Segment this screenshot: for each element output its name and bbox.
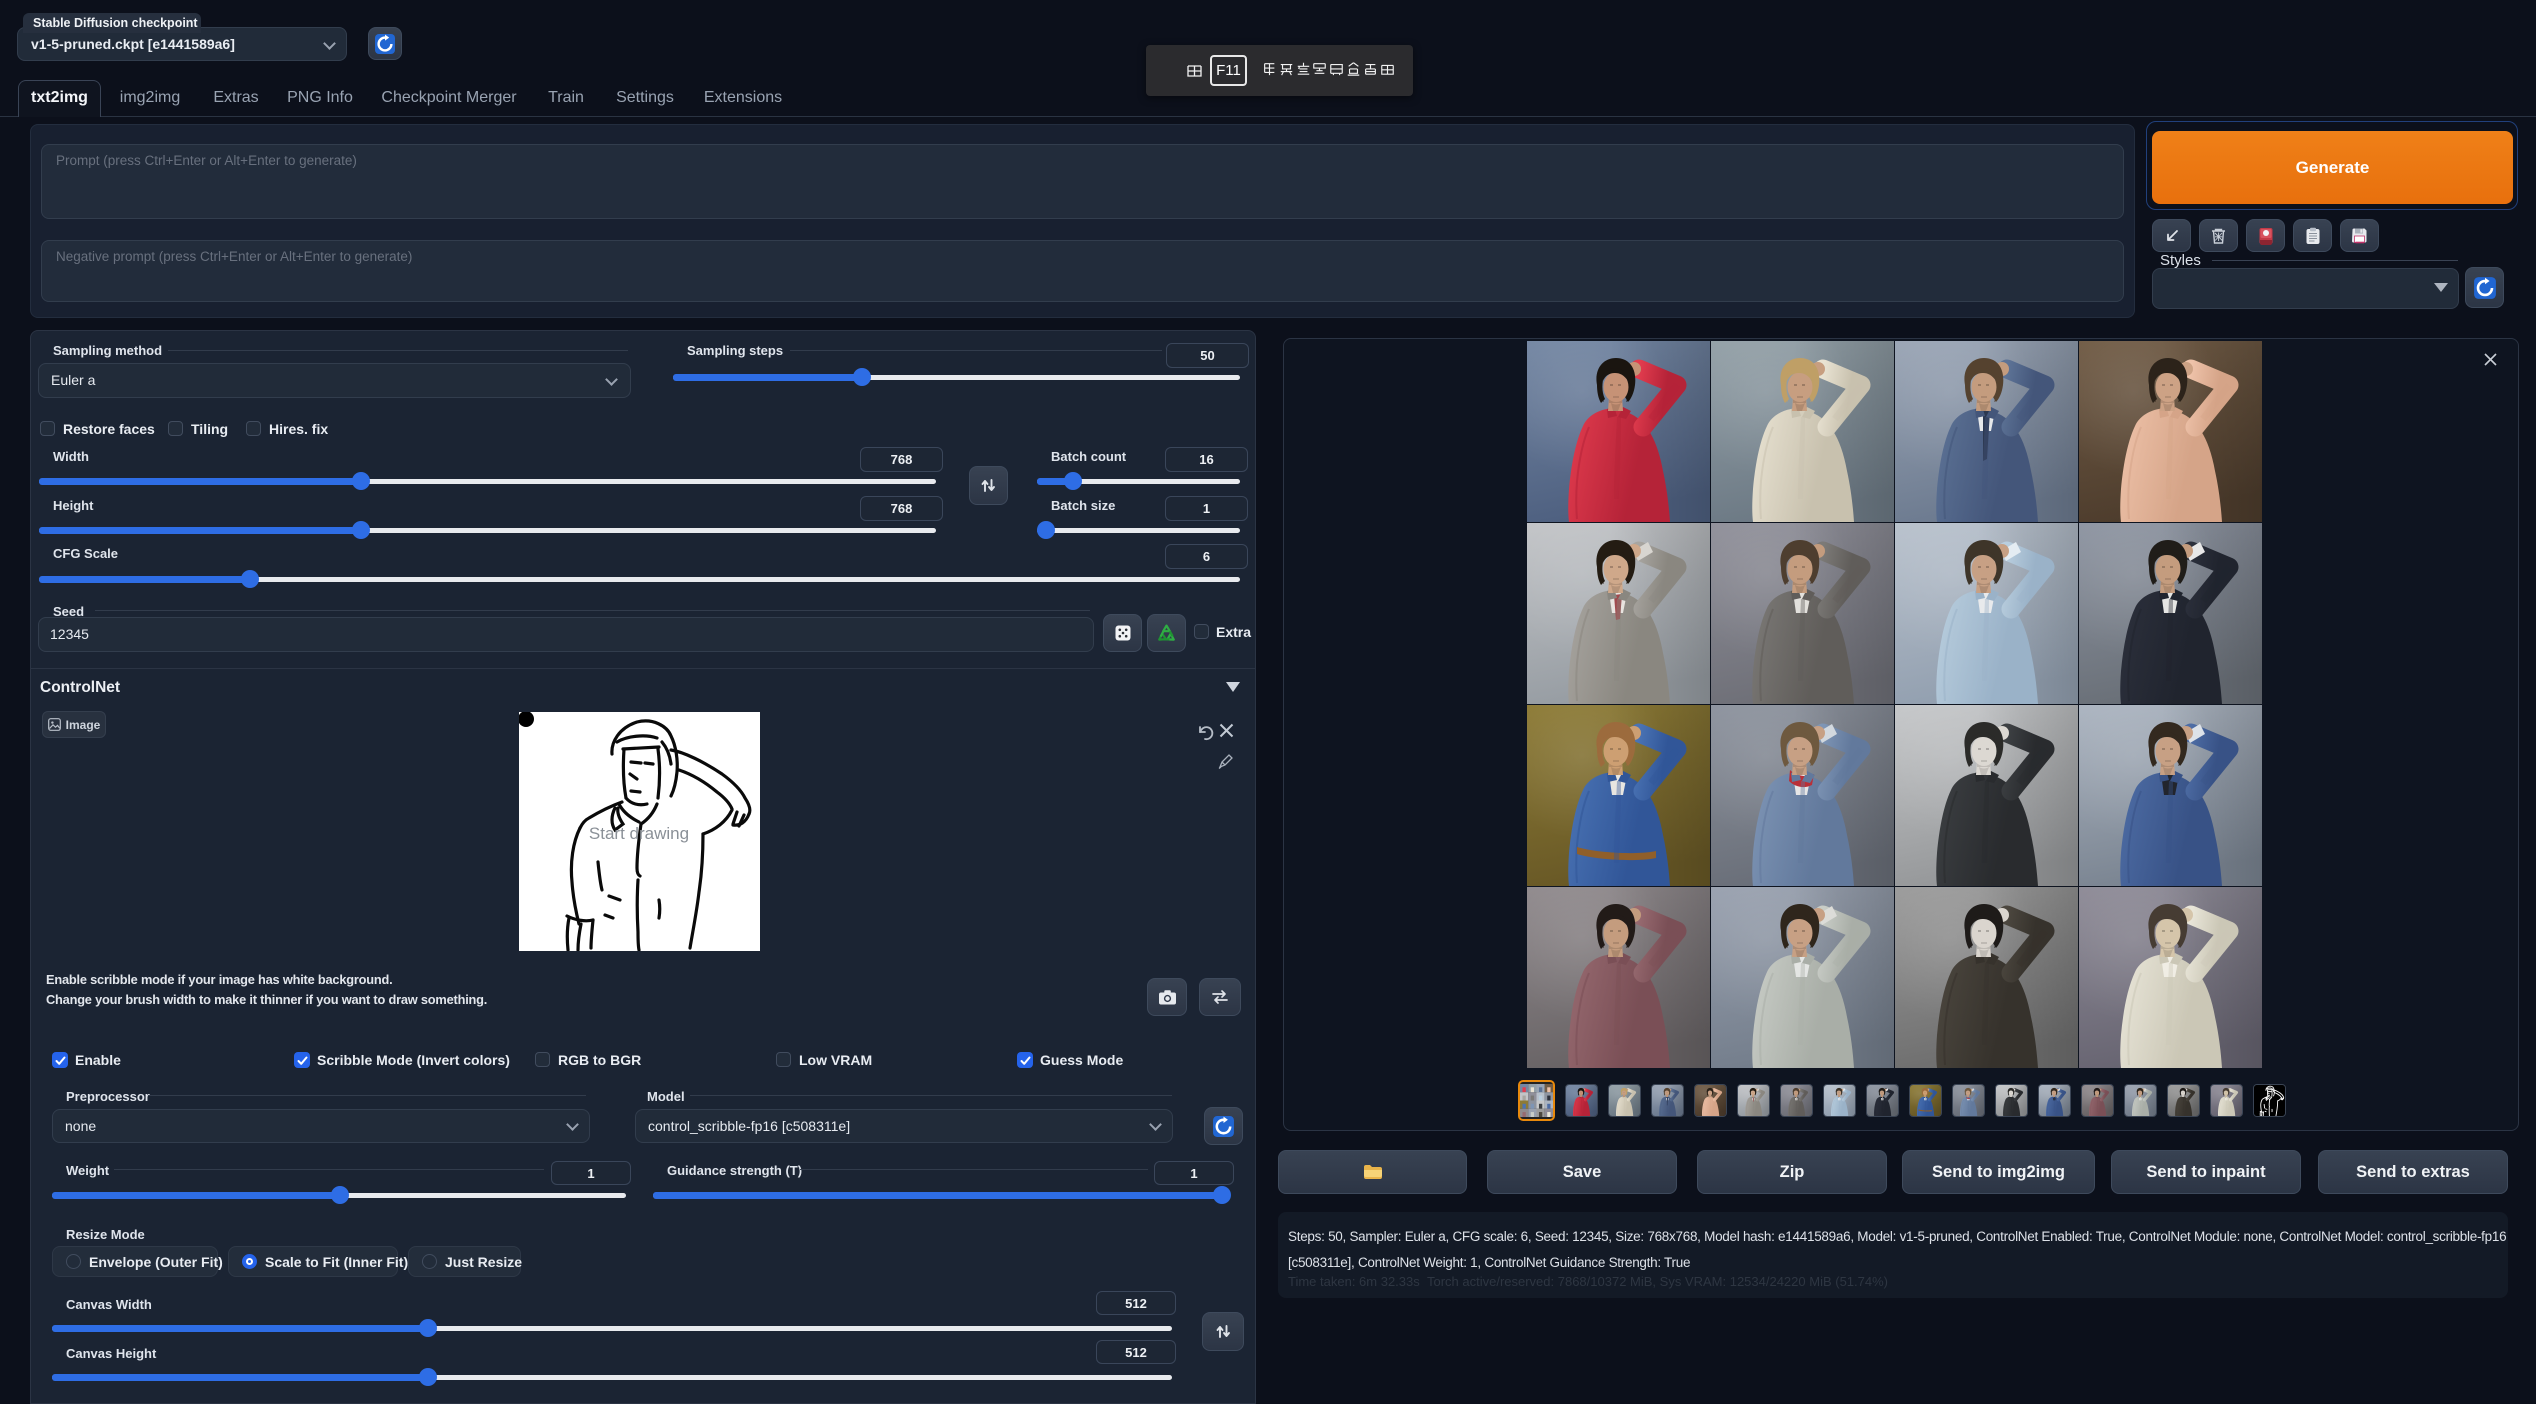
svg-text:Start drawing: Start drawing	[589, 824, 689, 843]
